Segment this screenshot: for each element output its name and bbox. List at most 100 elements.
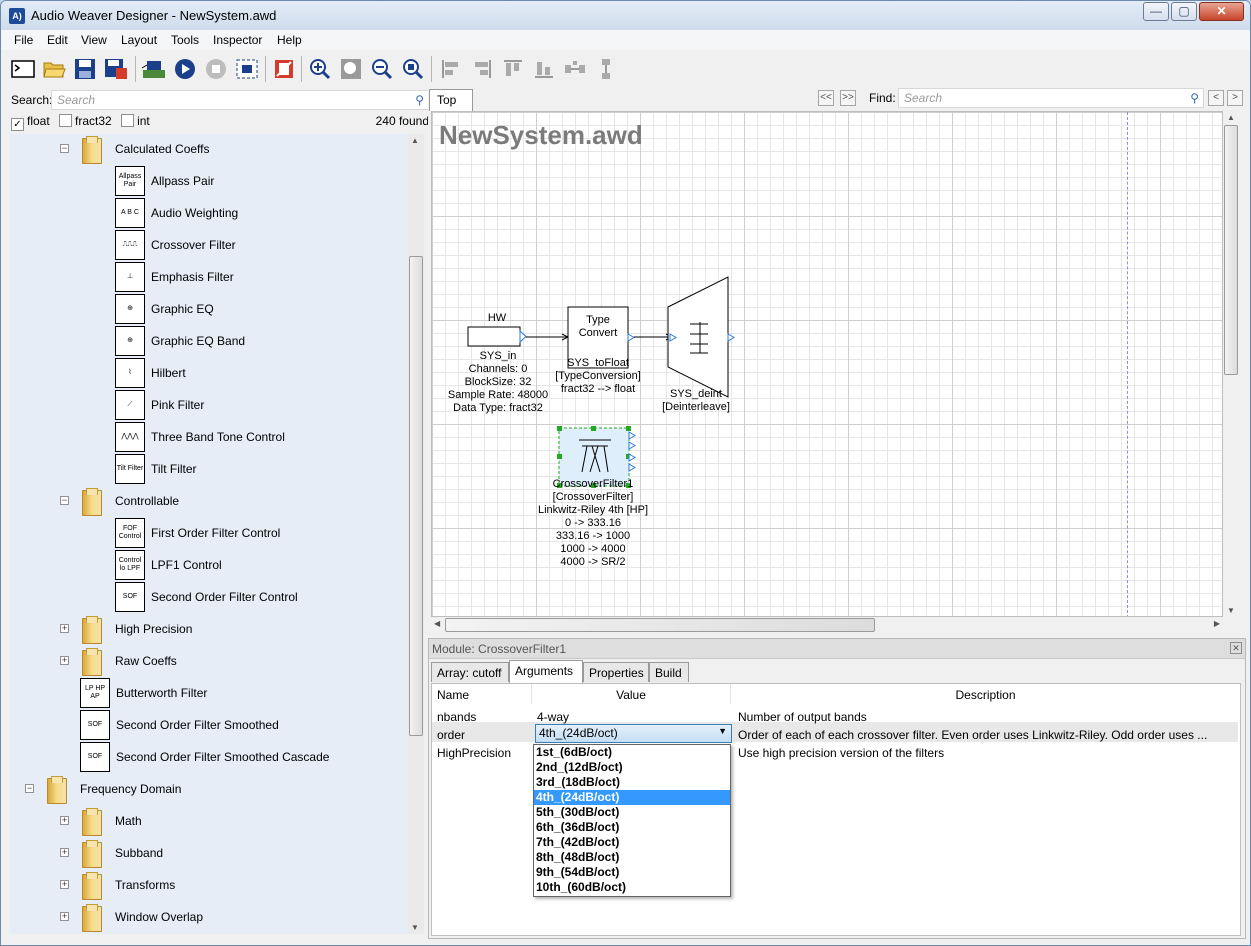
save-icon[interactable]	[72, 56, 98, 82]
tab-arguments[interactable]: Arguments	[509, 660, 583, 683]
canvas-vscrollbar[interactable]: ▲ ▼	[1223, 111, 1239, 617]
tree-module[interactable]: ⋀⋀⋀ Three Band Tone Control	[115, 422, 285, 452]
scroll-down-icon[interactable]: ▼	[411, 923, 419, 932]
filter-int[interactable]: int	[121, 114, 150, 128]
tree-module[interactable]: ⟋ Pink Filter	[115, 390, 204, 420]
open-icon[interactable]	[41, 56, 67, 82]
tree-module[interactable]: Tilt Filter Tilt Filter	[115, 454, 197, 484]
zoom-reset-icon[interactable]	[400, 56, 426, 82]
search-input[interactable]: Search ⚲	[51, 90, 429, 110]
find-icon[interactable]: ⚲	[1190, 91, 1199, 105]
close-button[interactable]: ✕	[1199, 2, 1244, 21]
align-right-icon[interactable]	[469, 56, 495, 82]
search-icon[interactable]: ⚲	[415, 93, 424, 107]
align-left-icon[interactable]	[438, 56, 464, 82]
expand-icon[interactable]: +	[60, 816, 69, 825]
checkbox-icon[interactable]	[59, 114, 73, 127]
menu-help[interactable]: Help	[277, 33, 302, 47]
dropdown-option-selected[interactable]: 4th_(24dB/oct)	[534, 790, 730, 805]
column-name[interactable]: Name	[432, 684, 532, 704]
minimize-button[interactable]: —	[1143, 2, 1169, 21]
scroll-up-icon[interactable]: ▲	[411, 136, 419, 145]
menu-layout[interactable]: Layout	[121, 33, 157, 47]
system-canvas[interactable]: NewSystem.awd HW Type Convert SYS_in Cha…	[431, 111, 1223, 617]
tree-module[interactable]: ⊕ Graphic EQ	[115, 294, 214, 324]
chevron-down-icon[interactable]: ▼	[718, 726, 727, 736]
scrollbar-thumb[interactable]	[1224, 125, 1238, 375]
tree-folder[interactable]: Raw Coeffs	[80, 646, 177, 676]
dropdown-option[interactable]: 7th_(42dB/oct)	[534, 835, 730, 850]
menu-inspector[interactable]: Inspector	[213, 33, 262, 47]
align-bottom-icon[interactable]	[531, 56, 557, 82]
checkbox-icon[interactable]: ✓	[11, 118, 24, 131]
tab-top[interactable]: Top	[429, 89, 473, 111]
tree-module[interactable]: Control lo LPF LPF1 Control	[115, 550, 222, 580]
expand-icon[interactable]: +	[60, 656, 69, 665]
tab-properties[interactable]: Properties	[583, 662, 649, 682]
tree-module[interactable]: ⊕ Graphic EQ Band	[115, 326, 245, 356]
new-icon[interactable]	[10, 56, 36, 82]
close-icon[interactable]: ✕	[1230, 642, 1242, 654]
collapse-icon[interactable]: −	[60, 496, 69, 505]
dropdown-option[interactable]: 5th_(30dB/oct)	[534, 805, 730, 820]
align-top-icon[interactable]	[500, 56, 526, 82]
tree-folder[interactable]: Subband	[80, 838, 163, 868]
maximize-button[interactable]: ▢	[1171, 2, 1197, 21]
stop-icon[interactable]	[203, 56, 229, 82]
pause-icon[interactable]	[271, 56, 297, 82]
tree-module[interactable]: ⌇ Hilbert	[115, 358, 186, 388]
tree-folder[interactable]: Math	[80, 806, 142, 836]
tree-folder[interactable]: Transforms	[80, 870, 175, 900]
expand-icon[interactable]: +	[60, 880, 69, 889]
tree-module[interactable]: SOF Second Order Filter Smoothed	[80, 710, 279, 740]
dropdown-option[interactable]: 3rd_(18dB/oct)	[534, 775, 730, 790]
collapse-icon[interactable]: −	[25, 784, 34, 793]
dropdown-option[interactable]: 6th_(36dB/oct)	[534, 820, 730, 835]
canvas-hscrollbar[interactable]: ◀ ▶	[431, 617, 1223, 633]
tree-module[interactable]: A B C Audio Weighting	[115, 198, 238, 228]
scroll-right-icon[interactable]: ▶	[1214, 619, 1220, 628]
dropdown-option[interactable]: 8th_(48dB/oct)	[534, 850, 730, 865]
find-input[interactable]: Search ⚲	[898, 88, 1204, 108]
save-all-icon[interactable]	[103, 56, 129, 82]
tree-folder[interactable]: Window Overlap	[80, 902, 203, 932]
dropdown-option[interactable]: 1st_(6dB/oct)	[534, 745, 730, 760]
filter-fract32[interactable]: fract32	[59, 114, 112, 128]
tree-folder[interactable]: Frequency Domain	[45, 774, 181, 804]
tree-module[interactable]: SOF Second Order Filter Control	[115, 582, 298, 612]
checkbox-icon[interactable]	[121, 114, 135, 127]
zoom-fit-icon[interactable]	[338, 56, 364, 82]
zoom-out-icon[interactable]	[369, 56, 395, 82]
expand-icon[interactable]: +	[60, 624, 69, 633]
tree-module[interactable]: FOF Control First Order Filter Control	[115, 518, 280, 548]
column-value[interactable]: Value	[532, 684, 731, 704]
scroll-up-icon[interactable]: ▲	[1227, 113, 1235, 122]
menu-edit[interactable]: Edit	[47, 33, 68, 47]
title-bar[interactable]: A) Audio Weaver Designer - NewSystem.awd…	[1, 1, 1250, 30]
menu-file[interactable]: File	[14, 33, 33, 47]
run-icon[interactable]	[172, 56, 198, 82]
find-next-button[interactable]: >	[1227, 90, 1243, 106]
nav-back-button[interactable]: <<	[818, 90, 834, 106]
column-description[interactable]: Description	[731, 684, 1240, 704]
distribute-v-icon[interactable]	[593, 56, 619, 82]
tree-module[interactable]: ⎍⎍⎍ Crossover Filter	[115, 230, 236, 260]
tree-folder[interactable]: High Precision	[80, 614, 192, 644]
nav-forward-button[interactable]: >>	[840, 90, 856, 106]
tree-folder[interactable]: Controllable	[80, 486, 179, 516]
expand-icon[interactable]: +	[60, 848, 69, 857]
expand-icon[interactable]: +	[60, 912, 69, 921]
scroll-down-icon[interactable]: ▼	[1227, 606, 1235, 615]
find-prev-button[interactable]: <	[1208, 90, 1224, 106]
scroll-left-icon[interactable]: ◀	[434, 619, 440, 628]
dropdown-option[interactable]: 9th_(54dB/oct)	[534, 865, 730, 880]
tab-array-cutoff[interactable]: Array: cutoff	[431, 662, 509, 682]
build-icon[interactable]	[141, 56, 167, 82]
tree-scrollbar[interactable]: ▲ ▼	[408, 134, 424, 934]
generate-icon[interactable]	[234, 56, 260, 82]
dropdown-option[interactable]: 10th_(60dB/oct)	[534, 880, 730, 895]
zoom-in-icon[interactable]	[307, 56, 333, 82]
tree-module[interactable]: ⊥ Emphasis Filter	[115, 262, 234, 292]
scrollbar-thumb[interactable]	[445, 618, 875, 632]
dropdown-option[interactable]: 2nd_(12dB/oct)	[534, 760, 730, 775]
